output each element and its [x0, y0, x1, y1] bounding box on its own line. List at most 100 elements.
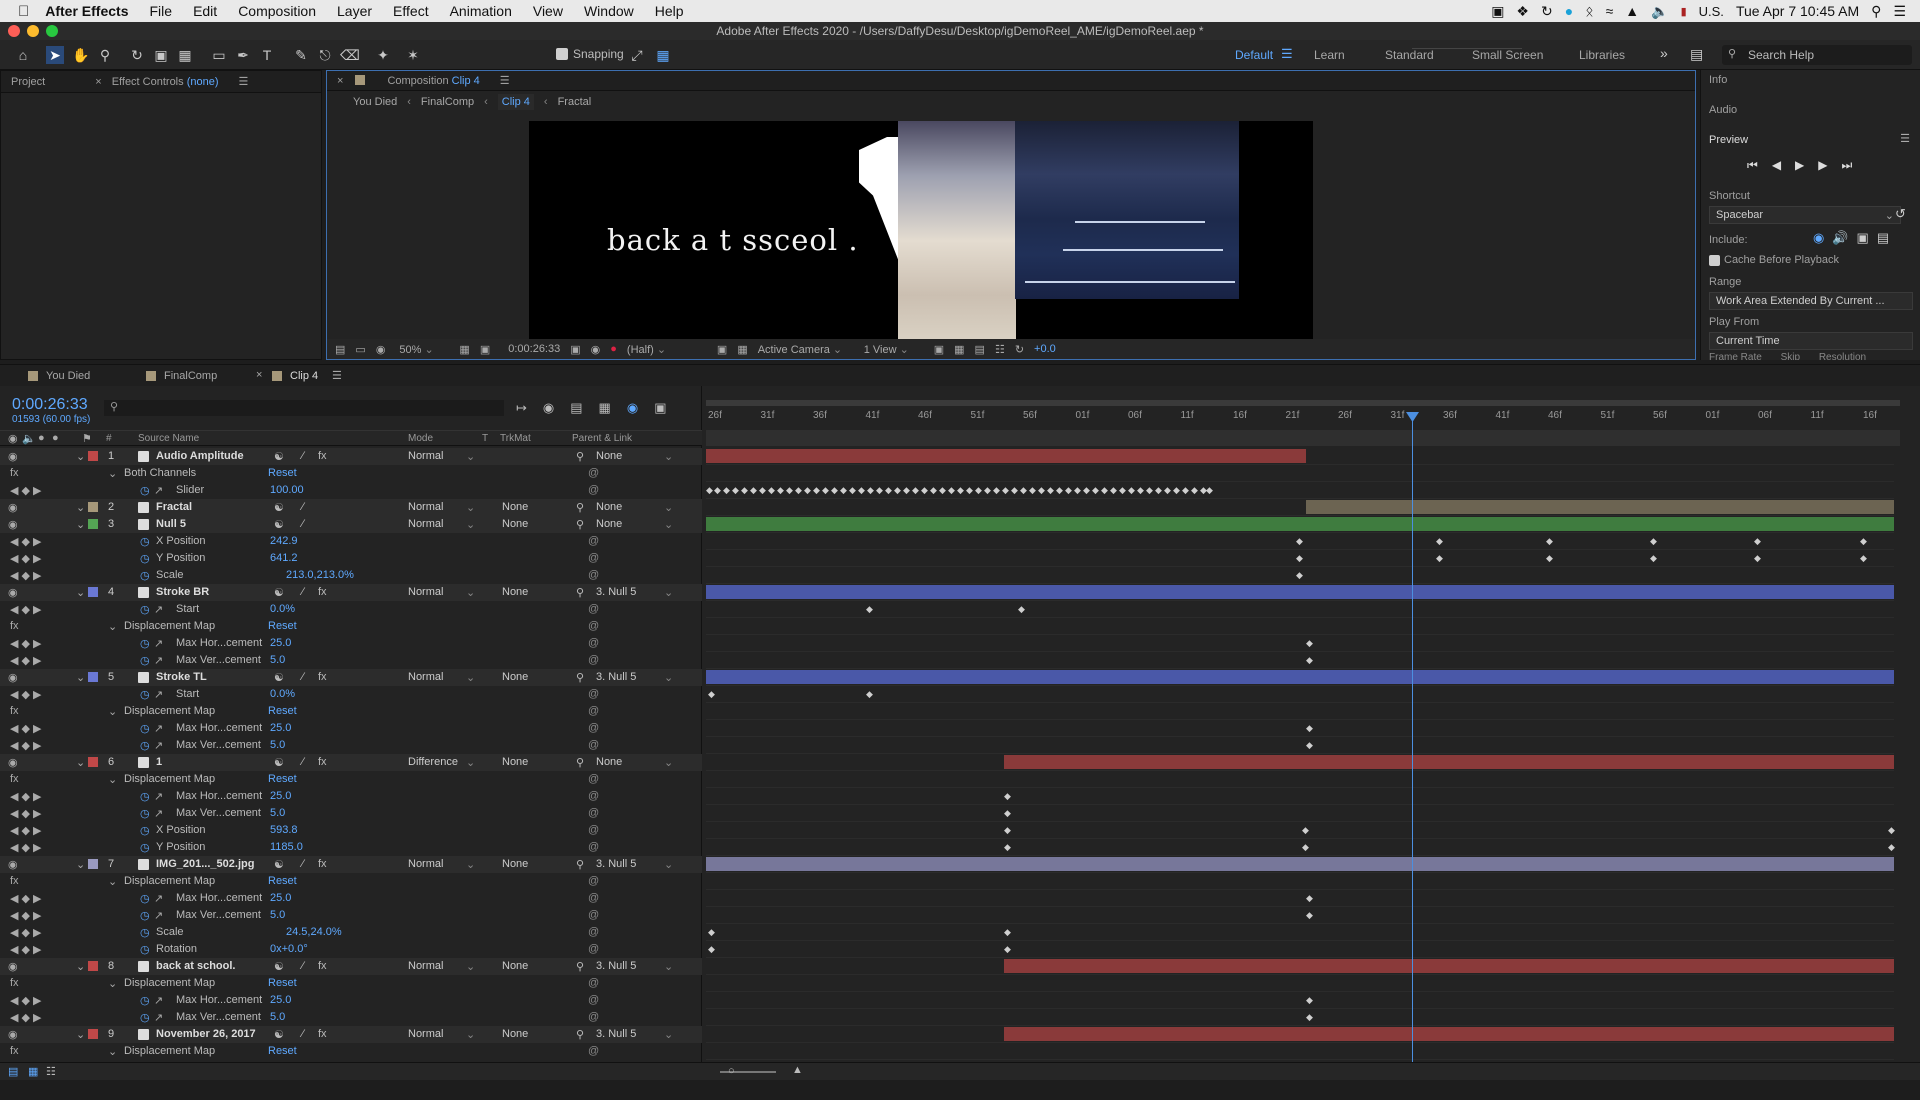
view-layout-dropdown[interactable]: 1 View — [864, 343, 924, 356]
snap-options-icon[interactable]: ⤢ — [628, 46, 646, 64]
eye-icon[interactable]: ◉ — [8, 858, 18, 871]
breadcrumb-fractal[interactable]: Fractal — [558, 96, 592, 108]
property-row[interactable]: ◀ ◆ ▶ ◷ ↗ Slider 100.00 @ — [0, 482, 702, 499]
show-snapshot-icon[interactable]: ◉ — [591, 343, 601, 356]
keyframe-nav-icon[interactable]: ◀ ◆ ▶ — [10, 722, 42, 735]
label-color-swatch[interactable] — [88, 587, 98, 597]
twirl-icon[interactable]: ⌄ — [108, 875, 117, 888]
twirl-icon[interactable]: ⌄ — [76, 1028, 85, 1041]
expression-icon[interactable]: @ — [588, 484, 599, 496]
parent-dropdown[interactable]: 3. Null 5 — [596, 586, 636, 598]
keyframe-icon[interactable]: ◆ — [948, 485, 955, 496]
fx-icon[interactable]: fx — [10, 467, 19, 479]
property-value[interactable]: 5.0 — [270, 909, 285, 921]
breadcrumb-you-died[interactable]: You Died — [353, 96, 397, 108]
keyframe-icon[interactable]: ◆ — [930, 485, 937, 496]
collapse-switch-icon[interactable]: ☯ — [274, 518, 284, 531]
stopwatch-icon[interactable]: ◷ — [140, 552, 150, 565]
first-frame-icon[interactable]: ⏮ — [1747, 158, 1758, 173]
property-value[interactable]: 0.0% — [270, 688, 295, 700]
modes-icon[interactable]: ▦ — [28, 1065, 38, 1078]
search-help-field[interactable]: ⚲ Search Help — [1722, 45, 1912, 65]
expression-icon[interactable]: @ — [588, 790, 599, 802]
control-center-icon[interactable]: ☰ — [1893, 3, 1906, 20]
property-row[interactable]: ◀ ◆ ▶ ◷ ↗ Max Hor...cement 25.0 @ — [0, 890, 702, 907]
parent-dropdown[interactable]: None — [596, 501, 622, 513]
keyframe-icon[interactable]: ◆ — [708, 944, 715, 955]
eye-icon[interactable]: ◉ — [8, 450, 18, 463]
effect-switch-label[interactable]: fx — [318, 1028, 327, 1040]
property-value[interactable]: 5.0 — [270, 739, 285, 751]
motion-blur-icon[interactable]: ◉ — [627, 400, 638, 416]
keyframe-icon[interactable]: ◆ — [1083, 485, 1090, 496]
effect-group-row[interactable]: fx ⌄ Both Channels Reset @ — [0, 465, 702, 482]
reset-icon[interactable]: ↺ — [1895, 206, 1906, 222]
workspace-learn[interactable]: Learn — [1314, 48, 1345, 62]
expression-icon[interactable]: @ — [588, 569, 599, 581]
property-row[interactable]: ◀ ◆ ▶ ◷ Y Position 641.2 @ — [0, 550, 702, 567]
apple-icon[interactable]:  — [18, 3, 29, 20]
breadcrumb-clip4[interactable]: Clip 4 — [497, 94, 534, 110]
keyframe-icon[interactable]: ◆ — [1191, 485, 1198, 496]
stopwatch-icon[interactable]: ◷ — [140, 569, 150, 582]
property-value[interactable]: Reset — [268, 705, 297, 717]
keyframe-icon[interactable]: ◆ — [1206, 485, 1213, 496]
keyframe-icon[interactable]: ◆ — [822, 485, 829, 496]
snap-features-icon[interactable]: ▦ — [654, 46, 672, 64]
spotlight-icon[interactable]: ⚲ — [1871, 3, 1881, 20]
keyframe-icon[interactable]: ◆ — [858, 485, 865, 496]
trkmat-dropdown[interactable]: None — [502, 671, 528, 683]
label-color-swatch[interactable] — [88, 859, 98, 869]
keyframe-icon[interactable]: ◆ — [1860, 536, 1867, 547]
effect-group-row[interactable]: fx ⌄ Displacement Map Reset @ — [0, 618, 702, 635]
collapse-switch-icon[interactable]: ☯ — [274, 756, 284, 769]
tab-effect-controls[interactable]: Effect Controls (none) — [112, 76, 229, 88]
keyframe-icon[interactable]: ◆ — [912, 485, 919, 496]
keyframe-icon[interactable]: ◆ — [1029, 485, 1036, 496]
keyframe-icon[interactable]: ◆ — [993, 485, 1000, 496]
keyframe-icon[interactable]: ◆ — [903, 485, 910, 496]
fx-icon[interactable]: fx — [10, 1045, 19, 1057]
panel-menu-icon[interactable]: ☰ — [229, 75, 259, 88]
frame-blending-icon[interactable]: ▦ — [599, 400, 611, 416]
stopwatch-icon[interactable]: ◷ — [140, 603, 150, 616]
layer-name[interactable]: November 26, 2017 — [156, 1028, 256, 1040]
minimize-window-button[interactable] — [27, 25, 39, 37]
parent-dropdown[interactable]: None — [596, 518, 622, 530]
keyframe-icon[interactable]: ◆ — [1650, 553, 1657, 564]
keyframe-nav-icon[interactable]: ◀ ◆ ▶ — [10, 994, 42, 1007]
property-value[interactable]: 641.2 — [270, 552, 298, 564]
panel-layout-icon[interactable]: ▤ — [1690, 46, 1703, 63]
play-from-dropdown[interactable]: Current Time — [1709, 332, 1913, 350]
twirl-icon[interactable]: ⌄ — [108, 1045, 117, 1058]
tab-composition[interactable]: Composition Clip 4 — [377, 75, 489, 87]
property-value[interactable]: 25.0 — [270, 790, 291, 802]
layer-name[interactable]: Fractal — [156, 501, 192, 513]
blend-mode-dropdown[interactable]: Difference — [408, 756, 458, 768]
keyframe-nav-icon[interactable]: ◀ ◆ ▶ — [10, 909, 42, 922]
close-window-button[interactable] — [8, 25, 20, 37]
expression-icon[interactable]: @ — [588, 467, 599, 479]
keyframe-nav-icon[interactable]: ◀ ◆ ▶ — [10, 807, 42, 820]
app-status-icon[interactable]: ● — [1565, 3, 1573, 19]
pick-whip-icon[interactable]: ⚲ — [576, 960, 584, 973]
twirl-icon[interactable]: ⌄ — [108, 773, 117, 786]
layer-name[interactable]: IMG_201..._502.jpg — [156, 858, 254, 870]
property-row[interactable]: ◀ ◆ ▶ ◷ ↗ Max Hor...cement 25.0 @ — [0, 720, 702, 737]
keyframe-icon[interactable]: ◆ — [1038, 485, 1045, 496]
keyframe-icon[interactable]: ◆ — [1306, 638, 1313, 649]
quality-switch-icon[interactable]: ∕ — [302, 518, 304, 530]
expression-icon[interactable]: @ — [588, 722, 599, 734]
stopwatch-icon[interactable]: ◷ — [140, 824, 150, 837]
expression-icon[interactable]: @ — [588, 535, 599, 547]
pick-whip-icon[interactable]: ⚲ — [576, 671, 584, 684]
comp-mini-flowchart-icon[interactable]: ↦ — [516, 400, 527, 416]
eye-icon[interactable]: ◉ — [8, 671, 18, 684]
effect-group-row[interactable]: fx ⌄ Displacement Map Reset @ — [0, 1043, 702, 1060]
keyframe-icon[interactable]: ◆ — [1011, 485, 1018, 496]
blend-mode-dropdown[interactable]: Normal — [408, 858, 443, 870]
keyframe-nav-icon[interactable]: ◀ ◆ ▶ — [10, 892, 42, 905]
keyframe-icon[interactable]: ◆ — [759, 485, 766, 496]
layer-name[interactable]: Null 5 — [156, 518, 186, 530]
parent-dropdown[interactable]: 3. Null 5 — [596, 960, 636, 972]
